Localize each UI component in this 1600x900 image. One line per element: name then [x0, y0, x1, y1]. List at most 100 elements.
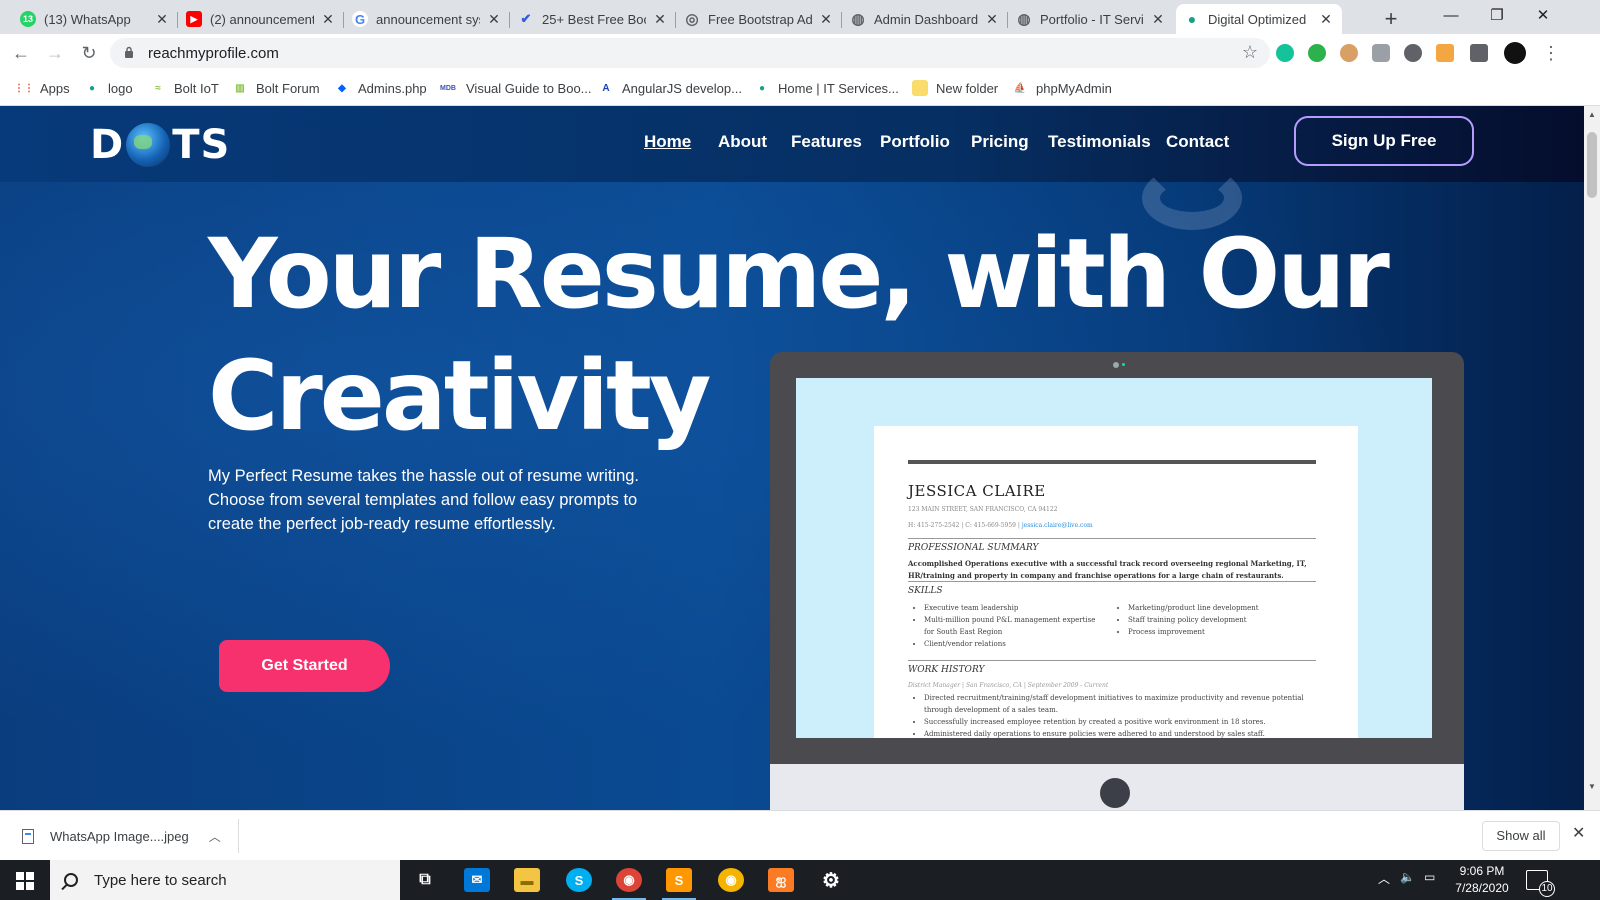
- extension-green-icon[interactable]: [1308, 44, 1326, 62]
- site-icon: ●: [758, 82, 766, 94]
- minimize-button[interactable]: —: [1428, 0, 1474, 34]
- laptop-base: [770, 764, 1464, 810]
- clock-time: 9:06 PM: [1459, 864, 1505, 878]
- nav-features[interactable]: Features: [791, 132, 862, 152]
- tab-bootstrap-admin[interactable]: ◎ Free Bootstrap Ad ✕: [676, 4, 842, 34]
- tab-google-search[interactable]: G announcement sys ✕: [344, 4, 510, 34]
- hero-title-line1: Your Resume, with Our: [208, 218, 1390, 330]
- chrome-icon[interactable]: ◉: [612, 868, 646, 900]
- show-hidden-icons-icon[interactable]: ︿: [1378, 870, 1390, 887]
- settings-icon[interactable]: ⚙: [818, 868, 844, 892]
- folder-icon: [912, 80, 928, 96]
- bookmark-star-icon[interactable]: ☆: [1242, 42, 1258, 63]
- scroll-up-arrow-icon[interactable]: ▲: [1588, 110, 1596, 119]
- logo-text: TS: [172, 122, 231, 168]
- resume-preview: JESSICA CLAIRE 123 MAIN STREET, SAN FRAN…: [874, 426, 1358, 738]
- task-view-icon[interactable]: ⧉: [412, 868, 438, 892]
- youtube-icon: ▶: [186, 11, 202, 27]
- camera-icon[interactable]: [1372, 44, 1390, 62]
- close-tab-icon[interactable]: ✕: [154, 11, 170, 27]
- nav-testimonials[interactable]: Testimonials: [1048, 132, 1151, 152]
- forward-arrow-icon[interactable]: →: [44, 42, 66, 64]
- nav-portfolio[interactable]: Portfolio: [880, 132, 950, 152]
- windows-start-icon[interactable]: [16, 872, 34, 890]
- download-filename: WhatsApp Image....jpeg: [50, 828, 189, 844]
- bookmark-new-folder[interactable]: New folder: [912, 80, 998, 96]
- reload-icon[interactable]: ↻: [78, 42, 100, 64]
- bookmark-angularjs[interactable]: A AngularJS develop...: [598, 80, 742, 96]
- bookmark-phpmyadmin[interactable]: ⛵ phpMyAdmin: [1012, 80, 1112, 96]
- nav-pricing[interactable]: Pricing: [971, 132, 1029, 152]
- close-tab-icon[interactable]: ✕: [652, 11, 668, 27]
- bookmark-logo[interactable]: ● logo: [84, 80, 133, 96]
- volume-icon[interactable]: 🔈: [1400, 870, 1415, 884]
- sublime-icon[interactable]: S: [662, 868, 696, 900]
- get-started-button[interactable]: Get Started: [219, 640, 390, 692]
- show-all-button[interactable]: Show all: [1482, 821, 1560, 851]
- close-window-button[interactable]: ✕: [1520, 0, 1566, 34]
- bolt-iot-icon: ≈: [155, 82, 161, 94]
- windows-taskbar: Type here to search ⧉ ✉ ▬ S ◉ S ◉ ஐ ⚙ ︿ …: [0, 860, 1600, 900]
- back-arrow-icon[interactable]: ←: [10, 42, 32, 64]
- file-explorer-icon[interactable]: ▬: [514, 868, 540, 892]
- puzzle-icon[interactable]: [1470, 44, 1488, 62]
- system-clock[interactable]: 9:06 PM 7/28/2020: [1446, 863, 1518, 897]
- extension-circle-icon[interactable]: [1404, 44, 1422, 62]
- bookmark-bolt-forum[interactable]: ▥ Bolt Forum: [232, 80, 319, 96]
- close-tab-icon[interactable]: ✕: [818, 11, 834, 27]
- nav-home[interactable]: Home: [644, 132, 691, 152]
- tab-digital-optimized[interactable]: ● Digital Optimized ✕: [1176, 4, 1342, 34]
- bookmarks-bar: ⋮⋮ Apps ● logo ≈ Bolt IoT ▥ Bolt Forum ◆ Admi…: [0, 72, 1600, 106]
- sign-up-button[interactable]: Sign Up Free: [1294, 116, 1474, 166]
- chrome-canary-icon[interactable]: ◉: [718, 868, 744, 892]
- scroll-thumb[interactable]: [1587, 132, 1597, 198]
- download-item[interactable]: WhatsApp Image....jpeg ︿: [14, 821, 236, 851]
- close-tab-icon[interactable]: ✕: [984, 11, 1000, 27]
- battery-icon[interactable]: ▭: [1424, 870, 1435, 884]
- close-tab-icon[interactable]: ✕: [1318, 11, 1334, 27]
- bookmark-visual-guide[interactable]: MDB Visual Guide to Boo...: [438, 80, 592, 96]
- xampp-icon[interactable]: ஐ: [768, 868, 794, 892]
- site-logo[interactable]: D TS: [90, 120, 230, 170]
- globe-icon: [126, 123, 171, 167]
- close-tab-icon[interactable]: ✕: [1150, 11, 1166, 27]
- close-tab-icon[interactable]: ✕: [486, 11, 502, 27]
- close-tab-icon[interactable]: ✕: [320, 11, 336, 27]
- laptop-mockup: JESSICA CLAIRE 123 MAIN STREET, SAN FRAN…: [770, 352, 1464, 764]
- tab-youtube[interactable]: ▶ (2) announcement ✕: [178, 4, 344, 34]
- search-placeholder: Type here to search: [94, 871, 227, 889]
- phpmyadmin-icon: ⛵: [1013, 82, 1027, 94]
- nav-contact[interactable]: Contact: [1166, 132, 1229, 152]
- grammarly-icon[interactable]: [1276, 44, 1294, 62]
- cookie-icon[interactable]: [1340, 44, 1358, 62]
- nav-about[interactable]: About: [718, 132, 767, 152]
- address-bar[interactable]: reachmyprofile.com ☆: [110, 38, 1270, 68]
- skype-icon[interactable]: S: [566, 868, 592, 892]
- tab-admin-dashboard[interactable]: ◍ Admin Dashboard ✕: [842, 4, 1008, 34]
- taskbar-search[interactable]: Type here to search: [50, 860, 400, 900]
- page-scrollbar[interactable]: ▲ ▼: [1584, 106, 1600, 810]
- scroll-down-arrow-icon[interactable]: ▼: [1588, 782, 1596, 791]
- bookmark-bolt-iot[interactable]: ≈ Bolt IoT: [150, 80, 219, 96]
- bookmark-home-it-services[interactable]: ● Home | IT Services...: [754, 80, 899, 96]
- apps-grid-icon: ⋮⋮: [14, 82, 34, 94]
- bookmark-label: Apps: [40, 80, 70, 96]
- menu-kebab-icon[interactable]: ⋮: [1540, 42, 1562, 64]
- checkmark-icon: ✔: [520, 11, 532, 26]
- close-downloads-icon[interactable]: ✕: [1572, 823, 1585, 843]
- restore-button[interactable]: ❐: [1474, 0, 1520, 34]
- new-tab-button[interactable]: +: [1378, 6, 1404, 32]
- profile-avatar[interactable]: [1504, 42, 1526, 64]
- tab-whatsapp[interactable]: 13 (13) WhatsApp ✕: [12, 4, 178, 34]
- mail-icon[interactable]: ✉: [464, 868, 490, 892]
- tab-portfolio[interactable]: ◍ Portfolio - IT Servic ✕: [1008, 4, 1174, 34]
- resume-contact: H: 415-275-2542 | C: 415-669-5959 | jess…: [908, 522, 1093, 529]
- notification-center-icon[interactable]: 10: [1526, 870, 1555, 897]
- extension-people-icon[interactable]: [1436, 44, 1454, 62]
- tab-title: (13) WhatsApp: [44, 11, 131, 27]
- bookmark-admins[interactable]: ◆ Admins.php: [334, 80, 427, 96]
- tab-bootstrap-list[interactable]: ✔ 25+ Best Free Boo ✕: [510, 4, 676, 34]
- browser-toolbar: ← → ↻ reachmyprofile.com ☆ ⋮: [0, 34, 1600, 72]
- bookmark-apps[interactable]: ⋮⋮ Apps: [14, 80, 70, 96]
- chevron-up-icon[interactable]: ︿: [209, 828, 221, 845]
